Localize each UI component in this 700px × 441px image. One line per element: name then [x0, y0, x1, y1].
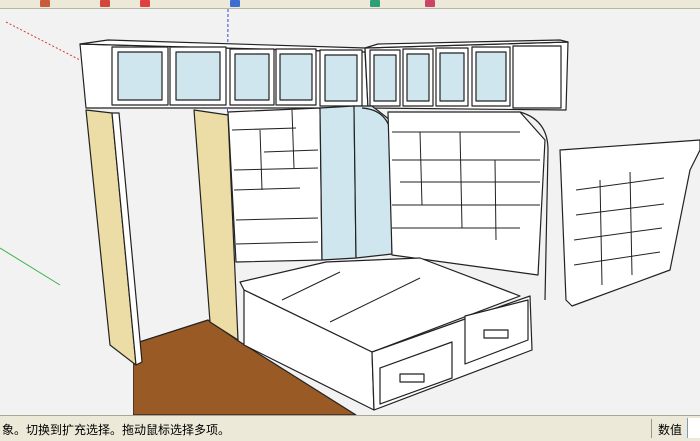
3d-scene[interactable]	[0, 9, 700, 415]
cabinet-glass	[324, 54, 358, 102]
status-hint-text: 象。切换到扩充选择。拖动鼠标选择多项。	[2, 423, 231, 437]
cabinet-glass	[279, 53, 313, 101]
cabinet-glass	[234, 53, 270, 101]
toolbar	[0, 0, 700, 9]
red-axis-line	[5, 21, 81, 61]
drawer-handle	[399, 373, 425, 383]
cabinet-glass	[406, 53, 430, 102]
arrow-icon[interactable]	[100, 0, 110, 7]
zoom-icon[interactable]	[425, 0, 435, 7]
status-divider	[651, 419, 652, 438]
model-viewport[interactable]	[0, 9, 700, 415]
cabinet-glass	[117, 51, 163, 101]
left-shelf-unit	[227, 107, 323, 263]
right-shelf-unit	[387, 111, 546, 276]
cabinet-glass	[439, 52, 465, 102]
floor-shadow	[0, 344, 133, 415]
cabinet-glass	[475, 51, 507, 102]
paint-bucket-icon[interactable]	[40, 0, 50, 7]
measurements-label: 数值	[658, 423, 683, 437]
cabinet-door	[512, 45, 562, 109]
cabinet-glass	[373, 54, 397, 102]
measurements-input[interactable]	[687, 418, 700, 438]
rotate-icon[interactable]	[230, 0, 240, 7]
orbit-icon[interactable]	[370, 0, 380, 7]
drawer-handle	[483, 329, 509, 339]
move-icon[interactable]	[140, 0, 150, 7]
green-axis-line	[0, 247, 61, 286]
status-bar: 象。切换到扩充选择。拖动鼠标选择多项。 数值	[0, 415, 700, 441]
cabinet-glass	[175, 51, 221, 101]
wardrobe-door-left	[319, 105, 357, 261]
wardrobe-door-right	[353, 105, 393, 259]
bookcase-frame	[559, 139, 700, 307]
